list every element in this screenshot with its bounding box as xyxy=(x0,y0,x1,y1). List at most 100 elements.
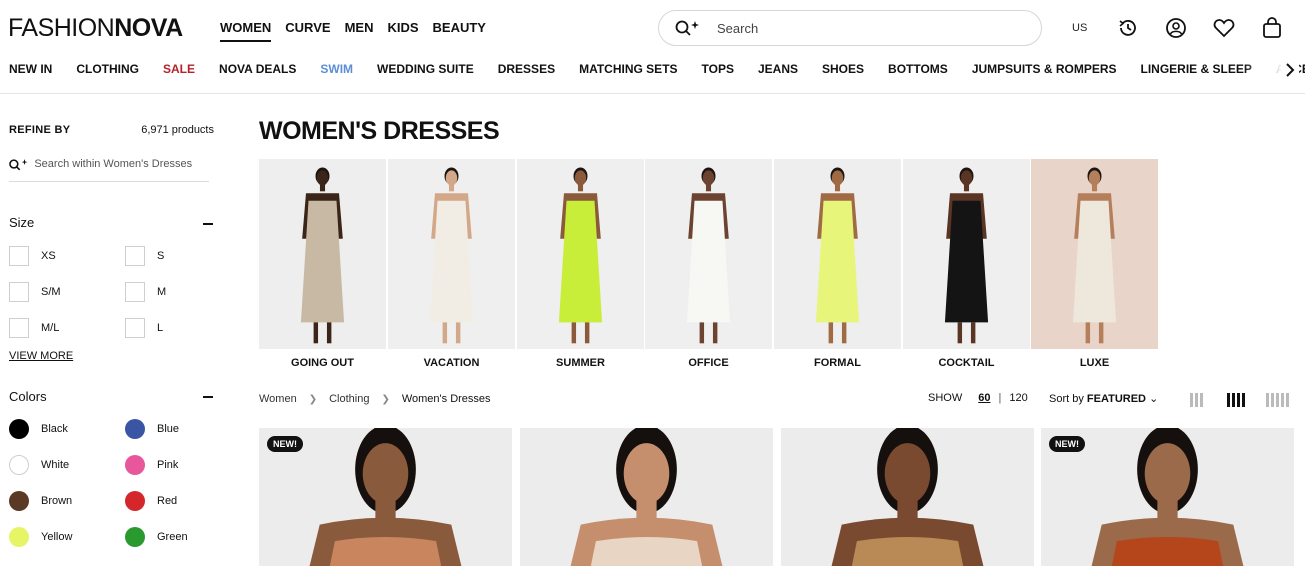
product-card-3[interactable] xyxy=(781,428,1034,566)
category-tile-vacation[interactable] xyxy=(388,159,515,349)
color-option-red[interactable]: Red xyxy=(125,491,177,511)
size-option-sm[interactable]: S/M xyxy=(9,282,61,302)
sort-value: FEATURED xyxy=(1086,393,1146,405)
category-label-cocktail[interactable]: COCKTAIL xyxy=(903,357,1030,369)
catnav-tops[interactable]: TOPS xyxy=(702,62,734,76)
nav-women[interactable]: WOMEN xyxy=(220,20,272,42)
category-label-office[interactable]: OFFICE xyxy=(645,357,772,369)
product-card-2[interactable] xyxy=(520,428,773,566)
chevron-right-icon: ❯ xyxy=(308,393,318,405)
shopping-bag-icon[interactable] xyxy=(1260,16,1284,40)
catnav-matching-sets[interactable]: MATCHING SETS xyxy=(579,62,677,76)
color-option-yellow[interactable]: Yellow xyxy=(9,527,72,547)
color-label: Brown xyxy=(41,495,73,507)
wishlist-heart-icon[interactable] xyxy=(1212,16,1236,40)
category-label-luxe[interactable]: LUXE xyxy=(1031,357,1158,369)
color-swatch xyxy=(9,527,29,547)
divider: | xyxy=(998,392,1002,404)
new-badge: NEW! xyxy=(267,436,303,452)
breadcrumb-current: Women's Dresses xyxy=(401,393,491,405)
checkbox[interactable] xyxy=(125,246,145,266)
category-tile-summer[interactable] xyxy=(517,159,644,349)
checkbox[interactable] xyxy=(9,282,29,302)
category-tile-office[interactable] xyxy=(645,159,772,349)
color-label: Yellow xyxy=(41,531,73,543)
catnav-bottoms[interactable]: BOTTOMS xyxy=(888,62,948,76)
checkbox[interactable] xyxy=(125,282,145,302)
brand-logo[interactable]: FASHION NOVA xyxy=(8,15,183,41)
collapse-colors-icon[interactable] xyxy=(202,390,214,404)
primary-nav: WOMEN CURVE MEN KIDS BEAUTY xyxy=(220,20,486,42)
show-120-option[interactable]: 120 xyxy=(1009,392,1027,404)
size-option-s[interactable]: S xyxy=(125,246,164,266)
category-tile-going-out[interactable] xyxy=(259,159,386,349)
catnav-clothing[interactable]: CLOTHING xyxy=(76,62,139,76)
color-option-pink[interactable]: Pink xyxy=(125,455,178,475)
view-more-sizes-link[interactable]: VIEW MORE xyxy=(9,350,73,362)
size-option-l[interactable]: L xyxy=(125,318,163,338)
catnav-nova-deals[interactable]: NOVA DEALS xyxy=(219,62,296,76)
category-tile-luxe[interactable] xyxy=(1031,159,1158,349)
sidebar-search[interactable] xyxy=(9,158,209,182)
category-label-formal[interactable]: FORMAL xyxy=(774,357,901,369)
checkbox[interactable] xyxy=(125,318,145,338)
category-tile-formal[interactable] xyxy=(774,159,901,349)
checkbox[interactable] xyxy=(9,246,29,266)
color-option-black[interactable]: Black xyxy=(9,419,68,439)
catnav-lingerie-sleep[interactable]: LINGERIE & SLEEP xyxy=(1141,62,1252,76)
checkbox[interactable] xyxy=(9,318,29,338)
locale-selector[interactable]: US xyxy=(1072,22,1087,34)
nav-curve[interactable]: CURVE xyxy=(285,20,330,42)
logo-bold-text: NOVA xyxy=(114,14,183,42)
history-icon[interactable] xyxy=(1116,16,1140,40)
sidebar-search-input[interactable] xyxy=(34,158,209,170)
size-option-m[interactable]: M xyxy=(125,282,166,302)
category-tile-cocktail[interactable] xyxy=(903,159,1030,349)
grid-5-columns-icon[interactable] xyxy=(1266,393,1289,407)
color-swatch xyxy=(9,419,29,439)
breadcrumb: Women ❯ Clothing ❯ Women's Dresses xyxy=(259,393,491,405)
grid-3-columns-icon[interactable] xyxy=(1190,393,1203,407)
grid-4-columns-icon[interactable] xyxy=(1227,393,1245,407)
chevron-right-icon[interactable] xyxy=(1281,61,1299,79)
category-label-vacation[interactable]: VACATION xyxy=(388,357,515,369)
color-label: Red xyxy=(157,495,178,507)
nav-kids[interactable]: KIDS xyxy=(387,20,418,42)
catnav-sale[interactable]: SALE xyxy=(163,62,195,76)
search-bar[interactable] xyxy=(658,10,1042,46)
account-icon[interactable] xyxy=(1164,16,1188,40)
color-option-white[interactable]: White xyxy=(9,455,69,475)
chevron-right-icon: ❯ xyxy=(381,393,390,405)
size-option-ml[interactable]: M/L xyxy=(9,318,59,338)
search-input[interactable] xyxy=(717,20,1017,36)
breadcrumb-clothing[interactable]: Clothing xyxy=(329,393,369,405)
color-option-blue[interactable]: Blue xyxy=(125,419,179,439)
nav-beauty[interactable]: BEAUTY xyxy=(433,20,486,42)
color-option-green[interactable]: Green xyxy=(125,527,188,547)
size-option-xs[interactable]: XS xyxy=(9,246,56,266)
catnav-new-in[interactable]: NEW IN xyxy=(9,62,52,76)
product-card-4[interactable]: NEW! xyxy=(1041,428,1294,566)
catnav-shoes[interactable]: SHOES xyxy=(822,62,864,76)
sort-dropdown[interactable]: Sort by FEATURED ⌄ xyxy=(1049,392,1158,405)
size-filter-title[interactable]: Size xyxy=(9,215,34,230)
catnav-jumpsuits-rompers[interactable]: JUMPSUITS & ROMPERS xyxy=(972,62,1117,76)
show-60-option[interactable]: 60 xyxy=(978,392,990,404)
nav-men[interactable]: MEN xyxy=(345,20,374,42)
catnav-swim[interactable]: SWIM xyxy=(320,62,353,76)
catnav-dresses[interactable]: DRESSES xyxy=(498,62,555,76)
category-label-summer[interactable]: SUMMER xyxy=(517,357,644,369)
category-nav-items: NEW IN CLOTHING SALE NOVA DEALS SWIM WED… xyxy=(9,62,1305,76)
size-label: S/M xyxy=(41,286,61,298)
logo-light-text: FASHION xyxy=(8,14,115,42)
category-label-going-out[interactable]: GOING OUT xyxy=(259,357,386,369)
catnav-wedding-suite[interactable]: WEDDING SUITE xyxy=(377,62,474,76)
color-option-brown[interactable]: Brown xyxy=(9,491,72,511)
size-label: S xyxy=(157,250,165,262)
product-card-1[interactable]: NEW! xyxy=(259,428,512,566)
breadcrumb-women[interactable]: Women xyxy=(259,393,297,405)
collapse-size-icon[interactable] xyxy=(202,217,214,231)
color-label: White xyxy=(41,459,70,471)
catnav-jeans[interactable]: JEANS xyxy=(758,62,798,76)
colors-filter-title[interactable]: Colors xyxy=(9,389,47,404)
